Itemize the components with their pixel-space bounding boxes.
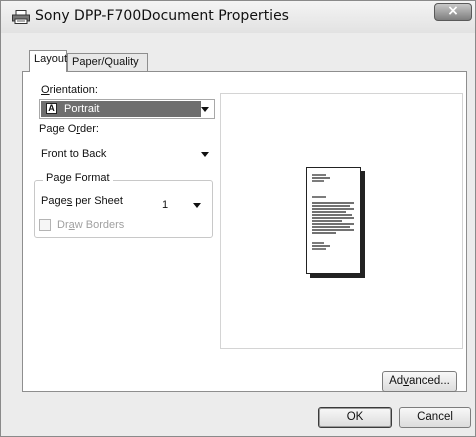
draw-borders-checkbox[interactable]	[39, 219, 51, 231]
page-preview-thumbnail	[306, 167, 365, 278]
cancel-button[interactable]: Cancel	[399, 407, 471, 428]
pages-per-sheet-value: 1	[162, 199, 169, 211]
window-title: Sony DPP-F700Document Properties	[35, 8, 289, 24]
title-bar: Sony DPP-F700Document Properties ×	[1, 1, 475, 33]
orientation-value: Portrait	[64, 103, 100, 115]
page-order-select[interactable]: Front to Back	[39, 144, 215, 164]
portrait-page-icon: A	[46, 103, 57, 114]
document-properties-window: Sony DPP-F700Document Properties × Layou…	[0, 0, 476, 437]
chevron-down-icon	[193, 203, 201, 208]
tab-paper-quality-label: Paper/Quality	[72, 56, 139, 68]
tab-paper-quality[interactable]: Paper/Quality	[67, 53, 148, 71]
ok-button[interactable]: OK	[318, 407, 392, 428]
chevron-down-icon	[201, 107, 209, 112]
tab-layout-label: Layout	[34, 53, 68, 65]
pages-per-sheet-select[interactable]: 1	[154, 194, 207, 214]
draw-borders-label: Draw Borders	[57, 219, 125, 231]
tab-layout[interactable]: Layout	[29, 50, 67, 72]
pages-per-sheet-label: Pages per Sheet	[41, 195, 123, 207]
orientation-label: Orientation:	[41, 84, 98, 96]
page-order-label: Page Order:	[39, 123, 99, 135]
page-order-value: Front to Back	[41, 148, 107, 160]
chevron-down-icon	[201, 152, 209, 157]
close-button[interactable]: ×	[434, 3, 472, 21]
close-icon: ×	[447, 3, 459, 19]
printer-icon	[12, 10, 30, 24]
page-format-title: Page Format	[43, 172, 113, 184]
layout-preview	[220, 93, 463, 349]
orientation-select[interactable]: A Portrait	[39, 99, 215, 119]
advanced-button[interactable]: Advanced...	[382, 371, 457, 392]
